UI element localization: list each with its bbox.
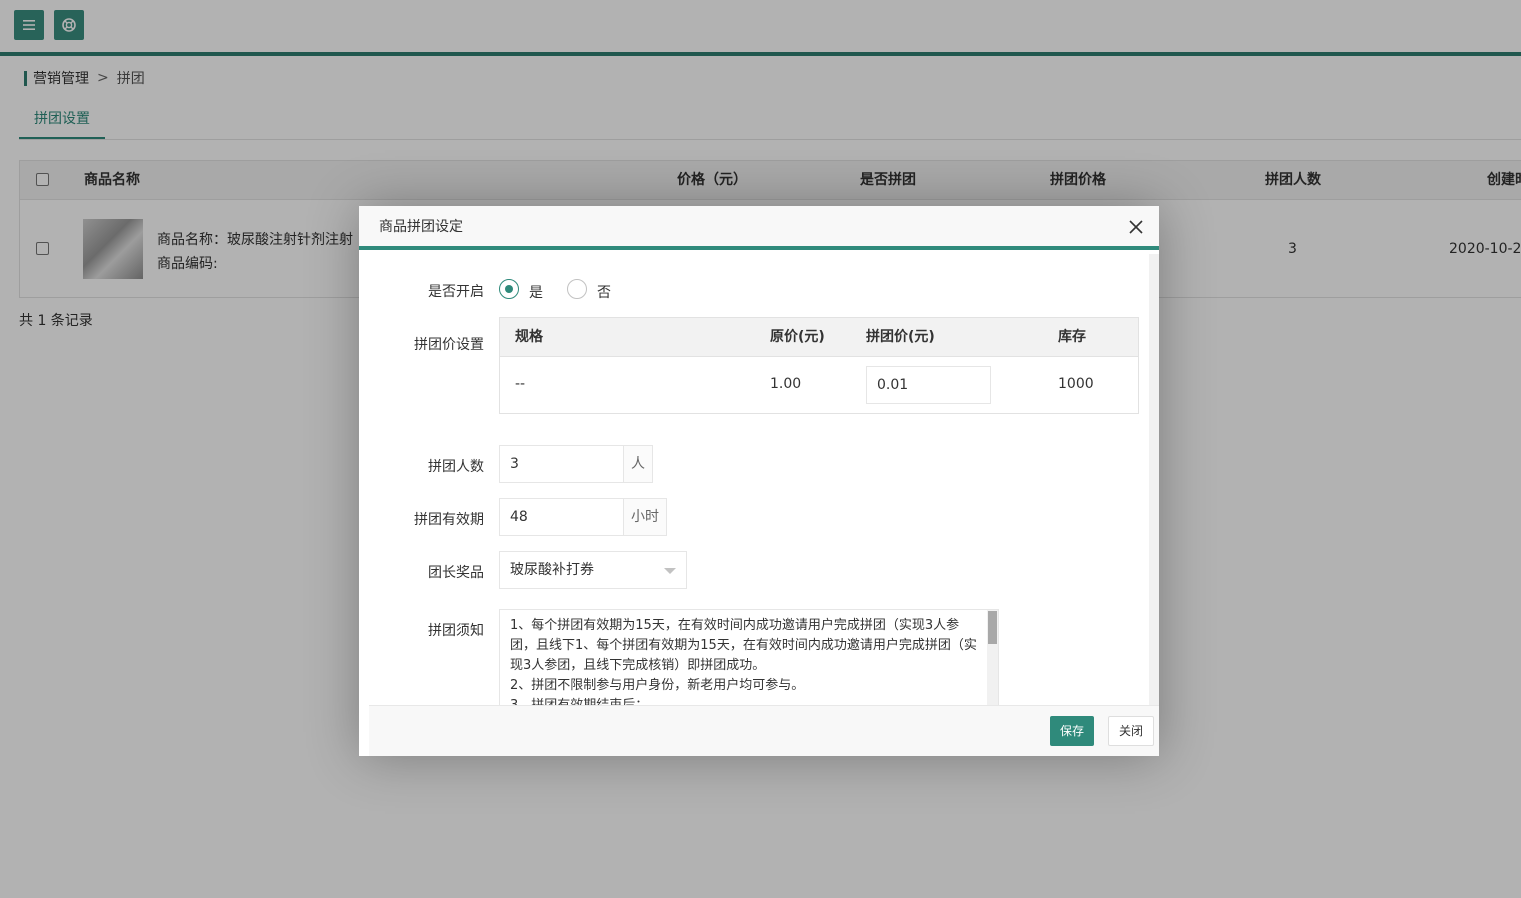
close-icon[interactable] xyxy=(1129,220,1143,234)
leader-reward-label: 团长奖品 xyxy=(428,565,484,581)
notice-scrollbar[interactable] xyxy=(987,610,998,705)
validity-label: 拼团有效期 xyxy=(414,512,484,528)
spec-header-spec: 规格 xyxy=(515,329,543,345)
modal-title: 商品拼团设定 xyxy=(379,219,463,235)
spec-header-original: 原价(元) xyxy=(770,329,825,345)
notice-textarea[interactable]: 1、每个拼团有效期为15天，在有效时间内成功邀请用户完成拼团（实现3人参团，且线… xyxy=(499,609,999,705)
price-settings-label: 拼团价设置 xyxy=(414,337,484,353)
group-size-label: 拼团人数 xyxy=(428,459,484,475)
group-size-unit: 人 xyxy=(624,445,653,483)
modal-body: 是否开启 是 否 拼团价设置 规格 原价(元) 拼团价(元) 库存 -- 1.0… xyxy=(359,254,1149,705)
notice-text: 1、每个拼团有效期为15天，在有效时间内成功邀请用户完成拼团（实现3人参团，且线… xyxy=(510,618,977,705)
spec-table-header: 规格 原价(元) 拼团价(元) 库存 xyxy=(500,318,1138,357)
validity-unit: 小时 xyxy=(624,498,667,536)
enable-yes-label: 是 xyxy=(529,285,543,301)
enable-no-label: 否 xyxy=(597,285,611,301)
enable-label: 是否开启 xyxy=(428,284,484,300)
validity-input[interactable] xyxy=(499,498,624,536)
save-button[interactable]: 保存 xyxy=(1050,716,1094,746)
close-button[interactable]: 关闭 xyxy=(1108,716,1154,746)
notice-label: 拼团须知 xyxy=(428,623,484,639)
chevron-down-icon xyxy=(664,568,676,574)
spec-header-group-price: 拼团价(元) xyxy=(866,329,935,345)
modal-header: 商品拼团设定 xyxy=(359,206,1159,250)
modal-scrollbar[interactable] xyxy=(1149,254,1159,705)
spec-cell: -- xyxy=(515,376,526,392)
leader-reward-select[interactable]: 玻尿酸补打券 xyxy=(499,551,687,589)
original-price-cell: 1.00 xyxy=(770,376,802,392)
group-size-input[interactable] xyxy=(499,445,624,483)
enable-no-radio[interactable] xyxy=(567,279,587,299)
leader-reward-value: 玻尿酸补打券 xyxy=(510,562,594,578)
enable-yes-radio[interactable] xyxy=(499,279,519,299)
group-buy-modal: 商品拼团设定 是否开启 是 否 拼团价设置 规格 原价(元) 拼团价(元) 库存… xyxy=(359,206,1159,756)
modal-footer: 保存 关闭 xyxy=(369,705,1159,756)
spec-price-table: 规格 原价(元) 拼团价(元) 库存 -- 1.00 1000 xyxy=(499,317,1139,414)
stock-cell: 1000 xyxy=(1058,376,1094,392)
spec-header-stock: 库存 xyxy=(1058,329,1086,345)
group-price-input[interactable] xyxy=(866,366,991,404)
notice-scroll-thumb[interactable] xyxy=(988,611,997,644)
